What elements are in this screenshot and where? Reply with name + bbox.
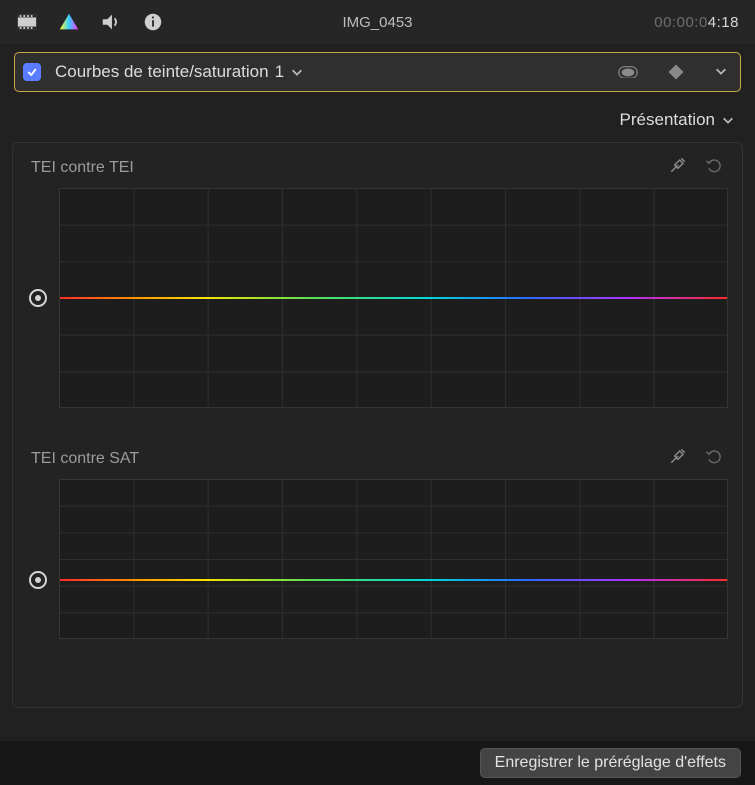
timecode-dim: 00:00:0 (654, 14, 708, 31)
presentation-label: Présentation (620, 110, 715, 130)
save-effect-preset-button[interactable]: Enregistrer le préréglage d'effets (480, 748, 741, 778)
curve-block-hue-vs-hue: TEI contre TEI (21, 155, 734, 408)
inspector-topbar: IMG_0453 00:00:04:18 (0, 0, 755, 44)
curve-tools (668, 446, 724, 471)
hue-spectrum-line[interactable] (59, 297, 728, 299)
bottom-bar: Enregistrer le préréglage d'effets (0, 741, 755, 785)
curves-panel: TEI contre TEI TEI contre SAT (12, 142, 743, 708)
curve-header: TEI contre TEI (21, 155, 734, 188)
eyedropper-icon[interactable] (668, 155, 688, 180)
audio-volume-icon[interactable] (100, 11, 122, 33)
curve-grid[interactable] (59, 188, 728, 408)
chevron-down-icon (721, 113, 735, 127)
curve-header: TEI contre SAT (21, 446, 734, 479)
curve-point-control[interactable] (29, 571, 47, 589)
keyframe-icon[interactable] (666, 64, 686, 80)
hue-spectrum-line[interactable] (59, 579, 728, 581)
curve-title: TEI contre TEI (31, 159, 134, 177)
effect-enable-checkbox[interactable] (23, 63, 41, 81)
timecode-highlight: 4:18 (708, 14, 739, 31)
effect-title-text: Courbes de teinte/saturation (55, 62, 269, 82)
reset-undo-icon[interactable] (704, 446, 724, 471)
curve-grid[interactable] (59, 479, 728, 639)
effect-header-right (618, 64, 728, 81)
effect-chevron-down-icon[interactable] (714, 64, 728, 81)
curve-title: TEI contre SAT (31, 450, 139, 468)
effect-header-row[interactable]: Courbes de teinte/saturation 1 (14, 52, 741, 92)
info-icon[interactable] (142, 11, 164, 33)
topbar-left-icons (16, 11, 164, 33)
presentation-dropdown[interactable]: Présentation (620, 110, 735, 130)
chevron-down-icon (290, 65, 304, 79)
reset-undo-icon[interactable] (704, 155, 724, 180)
video-filmstrip-icon[interactable] (16, 11, 38, 33)
eyedropper-icon[interactable] (668, 446, 688, 471)
effect-title-dropdown[interactable]: Courbes de teinte/saturation 1 (55, 62, 304, 82)
color-prism-icon[interactable] (58, 11, 80, 33)
effect-instance-number: 1 (275, 62, 284, 82)
curve-tools (668, 155, 724, 180)
mask-shape-icon[interactable] (618, 64, 638, 80)
curve-point-control[interactable] (29, 289, 47, 307)
presentation-row: Présentation (0, 92, 755, 138)
curve-block-hue-vs-sat: TEI contre SAT (21, 446, 734, 639)
timecode-display: 00:00:04:18 (654, 14, 739, 31)
